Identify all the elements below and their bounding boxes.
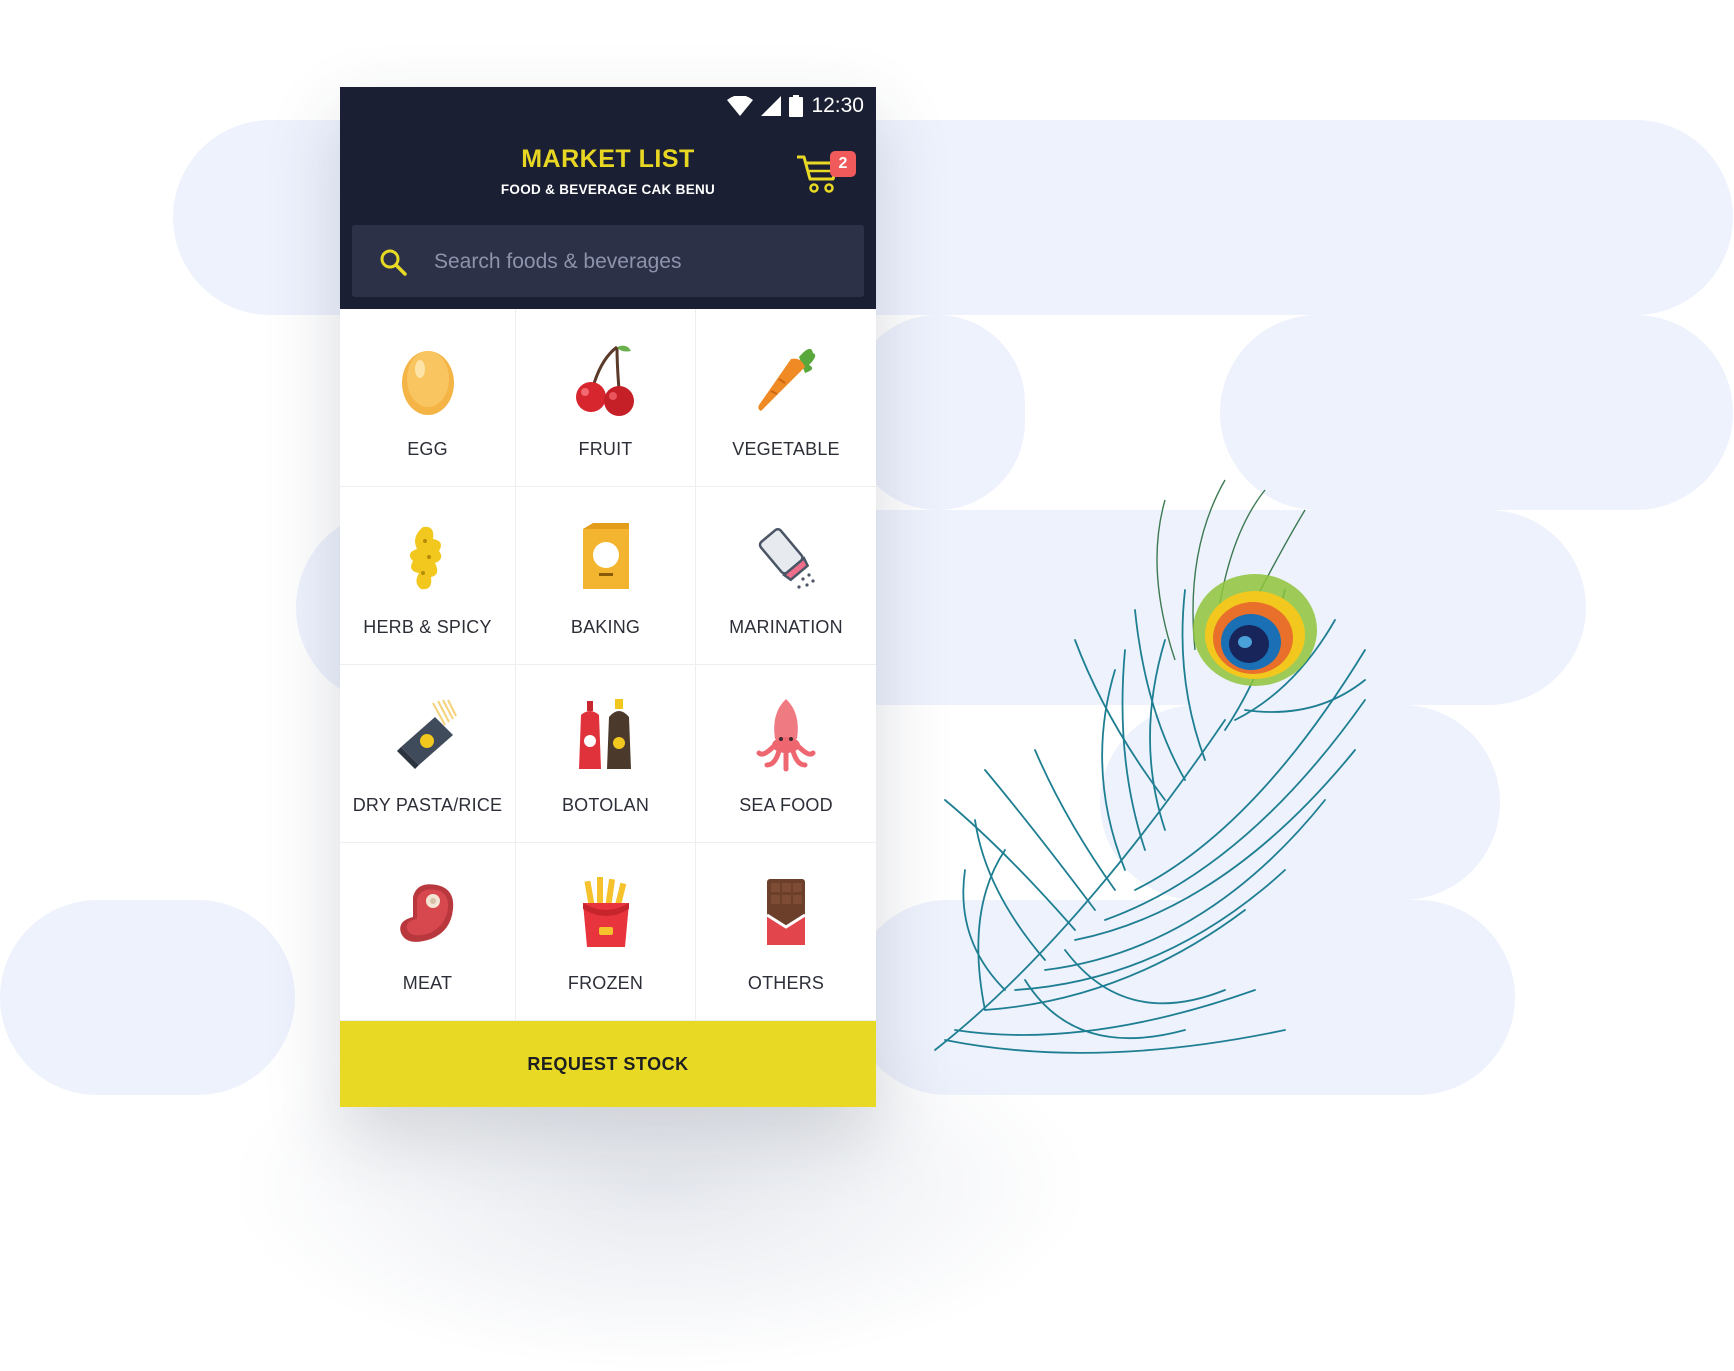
fries-icon (582, 877, 629, 947)
squid-icon (756, 699, 816, 772)
pasta-pack-icon (396, 699, 457, 769)
category-label: EGG (407, 439, 448, 459)
category-label: OTHERS (747, 973, 825, 993)
category-dry-pasta-rice[interactable]: DRY PASTA/RICE (340, 665, 516, 843)
category-label: DRY PASTA/RICE (352, 795, 503, 815)
category-label: FROZEN (567, 973, 644, 993)
category-grid: EGG FRUIT VEGETABLE HERB & SPICY BAKING … (340, 309, 876, 1021)
category-label: BOTOLAN (561, 795, 650, 815)
category-frozen[interactable]: FROZEN (516, 843, 696, 1021)
egg-icon (401, 351, 454, 415)
salt-shaker-icon (758, 528, 815, 589)
category-egg[interactable]: EGG (340, 309, 516, 487)
category-botolan[interactable]: BOTOLAN (516, 665, 696, 843)
app-header: 12:30 MARKET LIST FOOD & BEVERAGE CAK BE… (340, 87, 876, 309)
flour-bag-icon (582, 523, 629, 589)
carrot-icon (758, 348, 816, 411)
category-label: HERB & SPICY (363, 617, 492, 637)
category-label: BAKING (570, 617, 641, 637)
chocolate-bar-icon (766, 879, 806, 945)
search-icon (380, 249, 407, 276)
search-input[interactable] (432, 241, 836, 283)
sauce-bottles-icon (578, 699, 631, 769)
category-label: VEGETABLE (732, 439, 840, 459)
category-label: MEAT (402, 973, 453, 993)
category-vegetable[interactable]: VEGETABLE (696, 309, 876, 487)
category-others[interactable]: OTHERS (696, 843, 876, 1021)
battery-icon (789, 95, 804, 117)
status-bar: 12:30 (727, 93, 864, 119)
category-label: SEA FOOD (739, 795, 833, 815)
phone-screen: 12:30 MARKET LIST FOOD & BEVERAGE CAK BE… (340, 87, 876, 1107)
peacock-feather-illustration (934, 479, 1366, 1054)
category-baking[interactable]: BAKING (516, 487, 696, 665)
category-fruit[interactable]: FRUIT (516, 309, 696, 487)
search-bar (352, 225, 864, 297)
category-marination[interactable]: MARINATION (696, 487, 876, 665)
cherry-icon (575, 345, 634, 416)
cellular-signal-icon (761, 96, 782, 116)
wifi-icon (727, 96, 754, 116)
category-label: MARINATION (729, 617, 843, 637)
category-label: FRUIT (578, 439, 633, 459)
ginger-icon (409, 526, 441, 590)
cart-badge: 2 (830, 151, 856, 177)
category-sea-food[interactable]: SEA FOOD (696, 665, 876, 843)
category-herb-spicy[interactable]: HERB & SPICY (340, 487, 516, 665)
steak-icon (399, 884, 453, 942)
status-time: 12:30 (811, 94, 864, 117)
category-meat[interactable]: MEAT (340, 843, 516, 1021)
background-pill (0, 900, 295, 1095)
request-stock-button[interactable]: REQUEST STOCK (340, 1021, 876, 1107)
